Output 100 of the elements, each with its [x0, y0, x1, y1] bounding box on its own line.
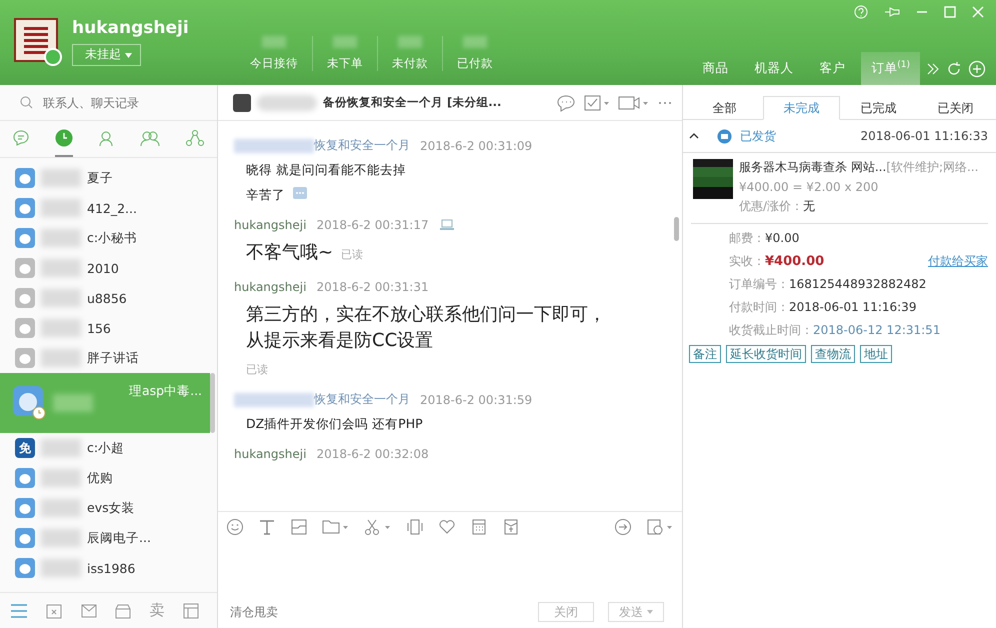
contact-item[interactable]: c:小秘书 [0, 223, 217, 253]
message-text: DZ插件开发你们会吗 还有PHP [246, 416, 423, 433]
checklist-icon[interactable] [584, 94, 610, 112]
order-action-button[interactable]: 查物流 [811, 345, 855, 363]
contact-item[interactable]: 156 [0, 313, 217, 343]
pay-buyer-link[interactable]: 付款给买家 [928, 253, 988, 270]
pin-icon[interactable] [884, 6, 900, 18]
product-category: [软件维护;网络... [886, 160, 978, 174]
shop-icon[interactable] [115, 602, 132, 618]
message-time: 2018-6-2 00:31:31 [316, 280, 429, 294]
order-action-button[interactable]: 延长收货时间 [726, 345, 806, 363]
contact-item[interactable]: u8856 [0, 283, 217, 313]
status-dropdown[interactable]: 未挂起 [72, 44, 141, 66]
order-action-button[interactable]: 备注 [689, 345, 721, 363]
stat-tab[interactable]: 已付款 [457, 56, 493, 71]
message-time: 2018-6-2 00:32:08 [316, 447, 429, 461]
message-text: 晓得 就是问问看能不能去掉 [246, 162, 406, 179]
app-tab[interactable]: 机器人 [744, 52, 804, 85]
contact-item[interactable]: iss1986 [0, 553, 217, 583]
app-tab[interactable]: 商品 [692, 52, 738, 85]
transfer-chat-icon[interactable] [614, 518, 632, 536]
stat-tab[interactable]: 未付款 [392, 56, 428, 71]
mail-badge-icon [717, 128, 732, 144]
scissors-icon[interactable] [364, 518, 392, 536]
blurred-count [333, 36, 357, 48]
message-time: 2018-6-2 00:31:09 [420, 138, 532, 152]
message-time: 2018-6-2 00:31:59 [420, 392, 532, 406]
contact-item[interactable]: 2010 [0, 253, 217, 283]
chat-share-icon[interactable] [556, 94, 576, 112]
blurred-count [398, 36, 422, 48]
field-value: 168125448932882482 [789, 277, 926, 291]
chat-title: 备份恢复和安全一个月 [未分组... [323, 95, 502, 110]
history-icon[interactable] [646, 518, 674, 536]
image-icon[interactable] [290, 518, 308, 536]
message-text: 辛苦了 [246, 187, 285, 204]
search-field[interactable]: 联系人、聊天记录 [41, 94, 195, 110]
app-tab[interactable]: 客户 [809, 52, 856, 85]
add-icon[interactable] [968, 60, 986, 78]
field-label: 邮费： [729, 230, 765, 247]
menu-icon[interactable] [10, 604, 28, 618]
help-icon[interactable] [854, 5, 868, 19]
font-icon[interactable] [258, 518, 276, 536]
contact-item[interactable]: 412_2... [0, 193, 217, 223]
scrollbar-thumb[interactable] [210, 373, 215, 433]
maximize-icon[interactable] [944, 6, 956, 18]
smiley-icon[interactable] [226, 518, 244, 536]
blurred-count [262, 36, 286, 48]
search-icon [20, 96, 33, 109]
contact-item[interactable]: 夏子 [0, 163, 217, 193]
calculator-icon[interactable] [470, 518, 488, 536]
sell-button[interactable]: 卖 [150, 601, 165, 620]
double-chevron-icon[interactable] [926, 62, 940, 76]
product-title[interactable]: 服务器木马病毒查杀 网站... [739, 160, 886, 174]
order-tab[interactable]: 已完成 [840, 96, 917, 120]
order-time: 2018-06-01 11:16:33 [860, 129, 988, 143]
contact-item[interactable]: 理asp中毒... [0, 373, 210, 433]
product-thumbnail [693, 159, 733, 199]
stat-tab[interactable]: 未下单 [327, 56, 363, 71]
close-icon[interactable] [972, 6, 984, 18]
chat-avatar [233, 94, 251, 112]
contact-item[interactable]: 免 c:小超 [0, 433, 217, 463]
contact-item[interactable]: 辰阈电子... [0, 523, 217, 553]
blurred-name [257, 94, 317, 110]
sender-name: hukangsheji [234, 447, 306, 461]
video-icon[interactable] [618, 94, 650, 112]
order-tab[interactable]: 已关闭 [917, 96, 994, 120]
sender-name: hukangsheji [234, 218, 306, 232]
layout-icon[interactable] [182, 602, 199, 618]
order-tab[interactable]: 未完成 [763, 96, 840, 120]
contact-item[interactable]: evs女装 [0, 493, 217, 523]
message-text: 不客气哦~ [246, 241, 334, 265]
field-label: 收货截止时间： [729, 322, 813, 339]
sender-name: 恢复和安全一个月 [314, 391, 410, 408]
heart-icon[interactable] [438, 518, 456, 536]
scrollbar-thumb[interactable] [674, 217, 679, 241]
field-label: 付款时间： [729, 299, 789, 316]
order-tab[interactable]: 全部 [686, 96, 763, 120]
vibrate-icon[interactable] [406, 518, 424, 536]
order-status: 已发货 [740, 128, 776, 144]
stat-tab[interactable]: 今日接待 [250, 56, 298, 71]
sender-name: hukangsheji [234, 280, 306, 294]
order-action-button[interactable]: 地址 [860, 345, 892, 363]
contact-item[interactable]: 优购 [0, 463, 217, 493]
folder-icon[interactable] [322, 518, 350, 536]
account-name: hukangsheji [72, 18, 189, 38]
message-text: 第三方的，实在不放心联系他们问一下即可，从提示来看是防CC设置 [246, 303, 606, 353]
field-value: 2018-06-01 11:16:39 [789, 300, 916, 314]
field-value: ¥400.00 [765, 254, 824, 269]
field-label: 优惠/涨价： [739, 199, 804, 213]
read-receipt: 已读 [245, 362, 269, 377]
refresh-icon[interactable] [946, 60, 962, 76]
mail-icon[interactable] [80, 602, 97, 618]
contact-badge: 免 [15, 438, 35, 458]
field-value: 无 [803, 199, 816, 213]
emoji-icon [293, 187, 307, 199]
contact-item[interactable]: 胖子讲话 [0, 343, 217, 373]
envelope-icon[interactable] [502, 518, 520, 536]
field-label: 实收： [729, 253, 765, 270]
more-icon[interactable] [658, 100, 672, 104]
collapse-icon[interactable] [689, 132, 699, 140]
